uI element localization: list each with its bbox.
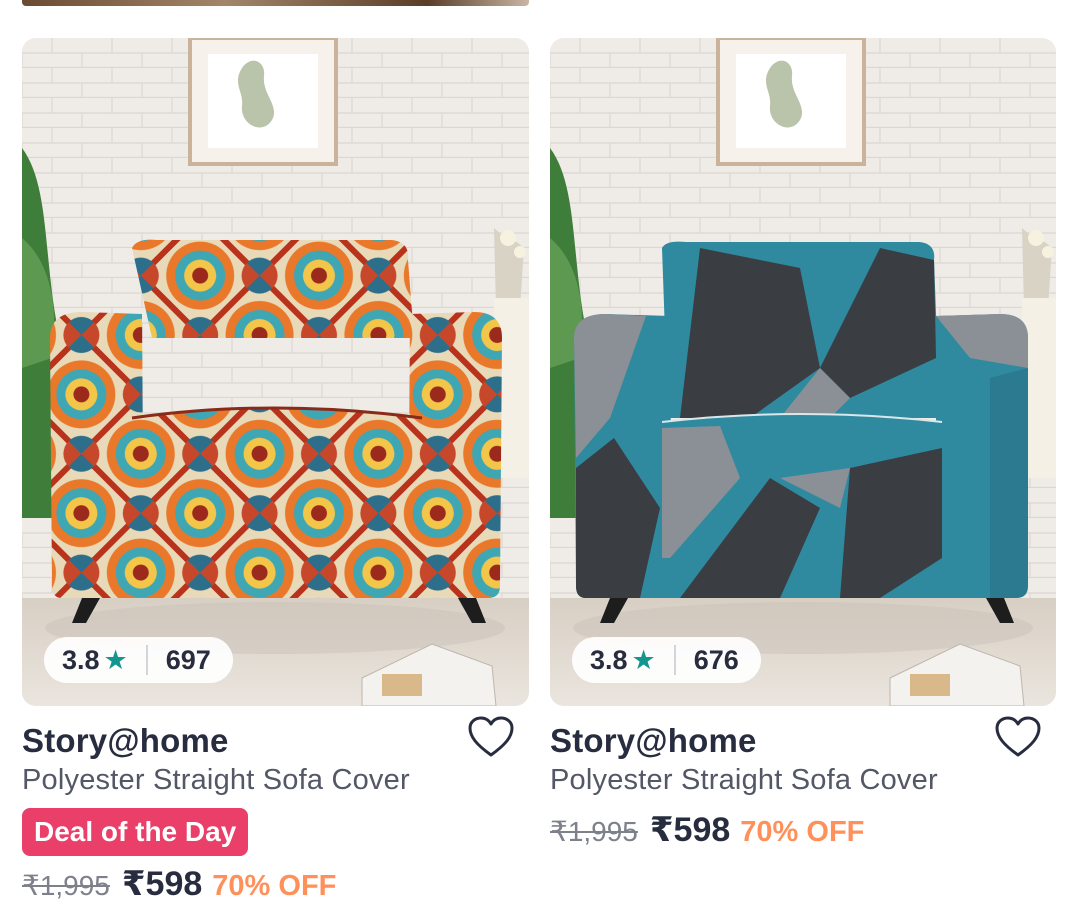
rating-pill: 3.8 ★ 676 [572,637,761,683]
rating-divider [145,645,148,675]
rating-divider [673,645,676,675]
discount: 70% OFF [740,816,865,848]
selling-price: ₹598 [121,865,203,903]
deal-of-the-day-badge: Deal of the Day [22,808,249,856]
rating-count: 676 [693,644,739,675]
price-row: ₹1,995 ₹598 70% OFF [550,810,864,850]
mrp: ₹1,995 [550,816,638,847]
product-image[interactable]: 3.8 ★ 676 [550,38,1056,706]
star-icon: ★ [103,644,128,675]
selling-price: ₹598 [649,811,731,849]
rating-value: 3.8 [590,644,628,675]
heart-outline-icon[interactable] [994,715,1042,759]
star-icon: ★ [631,644,656,675]
product-brand: Story@home [550,722,757,759]
rating-pill: 3.8 ★ 697 [44,637,233,683]
product-card[interactable]: 3.8 ★ 697 Story@home Polyester Straight … [22,38,529,903]
product-image[interactable]: 3.8 ★ 697 [22,38,529,706]
discount: 70% OFF [212,870,337,902]
rating-count: 697 [165,644,211,675]
rating-value: 3.8 [62,644,100,675]
product-title: Polyester Straight Sofa Cover [22,764,410,796]
price-row: ₹1,995 ₹598 70% OFF [22,864,336,904]
product-card[interactable]: 3.8 ★ 676 Story@home Polyester Straight … [550,38,1056,849]
mrp: ₹1,995 [22,870,110,901]
product-brand: Story@home [22,722,229,759]
previous-product-image-edge [22,0,529,6]
product-title: Polyester Straight Sofa Cover [550,764,938,796]
heart-outline-icon[interactable] [467,715,515,759]
